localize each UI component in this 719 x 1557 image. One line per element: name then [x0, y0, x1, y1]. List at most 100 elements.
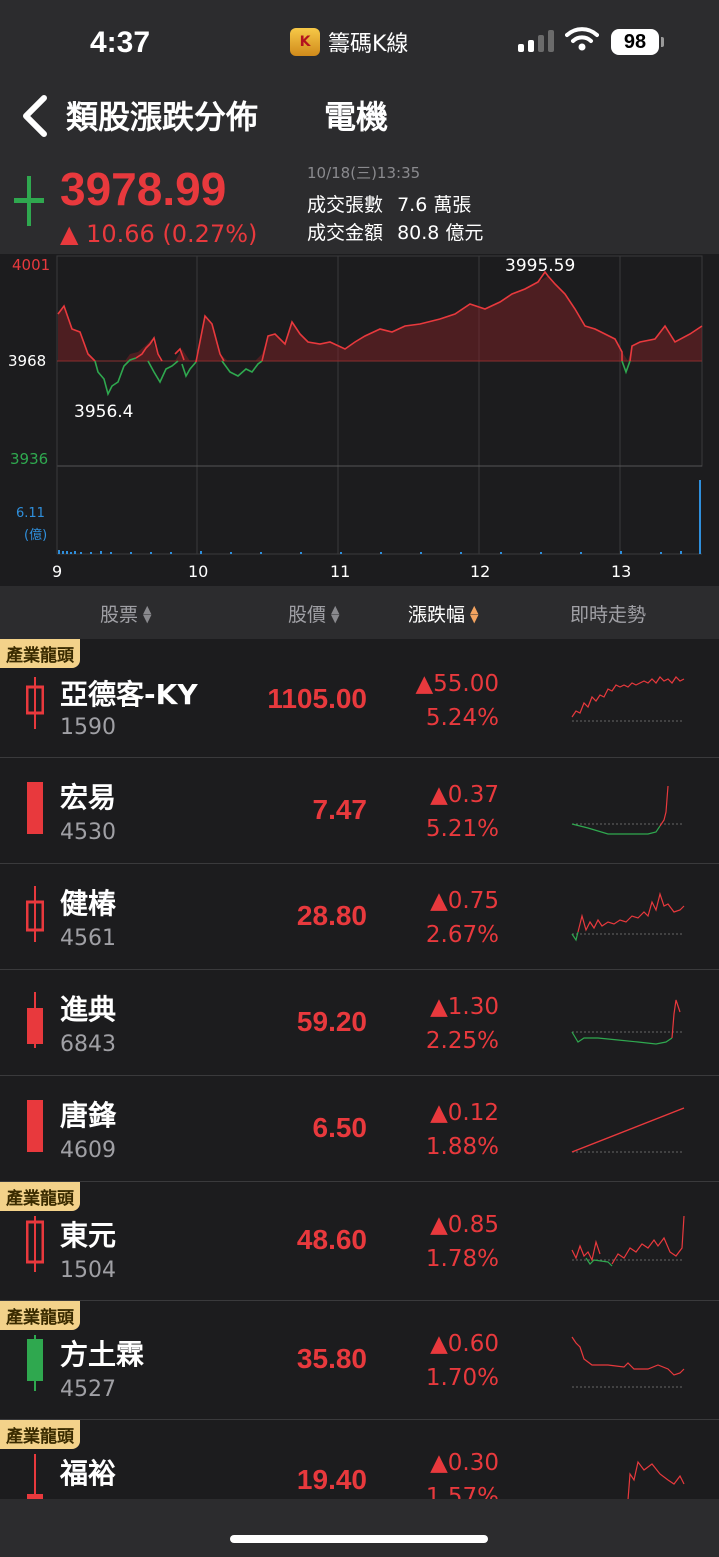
- stock-percent: 5.21%: [425, 816, 499, 842]
- home-indicator[interactable]: [230, 1535, 488, 1543]
- candle-red-icon: [26, 886, 44, 942]
- y-label-high: 4001: [12, 256, 51, 274]
- table-row[interactable]: 宏易 4530 7.47 ▲0.37 5.21%: [0, 758, 719, 864]
- amount-label: 成交金額: [307, 222, 384, 244]
- peak-label: 3995.59: [505, 256, 576, 276]
- stock-code: 4609: [60, 1138, 116, 1163]
- trend-header-label: 即時走勢: [570, 604, 647, 626]
- sparkline: [571, 1107, 685, 1153]
- app-indicator: K 籌碼K線: [290, 26, 408, 58]
- stock-percent: 2.67%: [425, 922, 499, 948]
- candle-plus-icon: [14, 176, 44, 226]
- stock-change: ▲0.37: [430, 782, 499, 808]
- sparkline: [627, 1460, 685, 1499]
- intraday-chart[interactable]: 4001 3968 3936 3995.59 3956.4 6.11 (億) 9…: [0, 254, 719, 586]
- stock-percent: 2.25%: [425, 1028, 499, 1054]
- stock-change: ▲55.00: [415, 671, 499, 697]
- app-name: 籌碼K線: [328, 32, 409, 57]
- index-quote: 3978.99 ▲ 10.66 (0.27%) 10/18(三)13:35 成交…: [0, 150, 719, 254]
- stock-name: 福裕: [60, 1457, 117, 1490]
- candle-red-icon: [27, 992, 43, 1048]
- table-row[interactable]: 產業龍頭 亞德客-KY 1590 1105.00 ▲55.00 5.24%: [0, 639, 719, 758]
- volume-label: 成交張數: [307, 194, 384, 216]
- stock-percent: 1.78%: [425, 1246, 499, 1272]
- index-change: ▲ 10.66 (0.27%): [60, 220, 258, 248]
- table-row[interactable]: 產業龍頭 方土霖 4527 35.80 ▲0.60 1.70%: [0, 1301, 719, 1420]
- stock-name: 宏易: [60, 781, 117, 814]
- industry-leader-badge: 產業龍頭: [0, 1420, 80, 1449]
- stock-change: ▲0.85: [430, 1212, 499, 1238]
- table-row[interactable]: 健椿 4561 28.80 ▲0.75 2.67%: [0, 864, 719, 970]
- sector-name: 電機: [324, 98, 389, 136]
- sparkline: [571, 1215, 685, 1267]
- trough-label: 3956.4: [74, 402, 134, 422]
- volume-bars: [58, 480, 701, 554]
- sort-stock[interactable]: 股票 ▲ ▼: [100, 600, 151, 627]
- industry-leader-badge: 產業龍頭: [0, 1182, 80, 1211]
- change-header-label: 漲跌幅: [408, 604, 466, 626]
- x-tick-10: 10: [188, 562, 209, 581]
- candle-red-icon: [27, 782, 43, 834]
- stock-percent: 1.88%: [425, 1134, 499, 1160]
- table-row[interactable]: 唐鋒 4609 6.50 ▲0.12 1.88%: [0, 1076, 719, 1182]
- table-row[interactable]: 產業龍頭 東元 1504 48.60 ▲0.85 1.78%: [0, 1182, 719, 1301]
- y-label-mid: 3968: [8, 352, 47, 370]
- stock-percent: 5.24%: [425, 705, 499, 731]
- volume-value: 7.6 萬張: [397, 194, 472, 216]
- price-header-label: 股價: [288, 604, 327, 626]
- stock-name: 亞德客-KY: [60, 678, 198, 711]
- stock-price: 48.60: [296, 1224, 367, 1255]
- candle-red-icon: [27, 1100, 43, 1152]
- sort-change[interactable]: 漲跌幅 ▲ ▼: [408, 600, 478, 627]
- candle-red-icon: [26, 1216, 44, 1272]
- x-tick-11: 11: [330, 562, 351, 581]
- stock-name: 健椿: [60, 887, 117, 920]
- sparkline: [571, 785, 684, 835]
- volume-max-label: 6.11: [16, 506, 45, 521]
- clock: 4:37: [90, 26, 151, 59]
- sparkline: [571, 999, 684, 1045]
- battery-icon: 98: [611, 29, 659, 55]
- stock-change: ▲0.75: [430, 888, 499, 914]
- stock-price: 28.80: [296, 900, 367, 931]
- back-chevron-icon[interactable]: [20, 94, 50, 138]
- sparkline: [571, 891, 685, 942]
- stock-change: ▲0.60: [430, 1331, 499, 1357]
- industry-leader-badge: 產業龍頭: [0, 639, 80, 668]
- stock-change: ▲0.30: [430, 1450, 499, 1476]
- y-label-low: 3936: [10, 450, 49, 468]
- wifi-icon: [565, 27, 599, 51]
- table-row[interactable]: 產業龍頭 福裕 19.40 ▲0.30 1.57%: [0, 1420, 719, 1499]
- stock-price: 59.20: [296, 1006, 367, 1037]
- stock-percent: 1.57%: [425, 1484, 499, 1499]
- candle-red-icon: [27, 1454, 43, 1499]
- cellular-signal-icon: [518, 30, 554, 52]
- stock-name: 東元: [60, 1219, 117, 1252]
- stock-code: 1504: [60, 1258, 116, 1283]
- x-tick-13: 13: [611, 562, 632, 581]
- amount-row: 成交金額 80.8 億元: [307, 218, 483, 245]
- home-indicator-area: [0, 1499, 719, 1557]
- stock-code: 6843: [60, 1032, 116, 1057]
- stock-change: ▲1.30: [430, 994, 499, 1020]
- index-price: 3978.99: [60, 163, 227, 215]
- app-logo-icon: K: [290, 28, 320, 56]
- stock-name: 唐鋒: [60, 1099, 117, 1132]
- volume-row: 成交張數 7.6 萬張: [307, 190, 471, 217]
- sparkline: [571, 676, 685, 722]
- stock-price: 7.47: [312, 794, 368, 825]
- sort-price[interactable]: 股價 ▲ ▼: [288, 600, 339, 627]
- stock-percent: 1.70%: [425, 1365, 499, 1391]
- stock-price: 1105.00: [267, 683, 367, 714]
- stock-code: 4527: [60, 1377, 116, 1402]
- table-row[interactable]: 進典 6843 59.20 ▲1.30 2.25%: [0, 970, 719, 1076]
- stock-code: 4530: [60, 820, 116, 845]
- stock-name: 方土霖: [60, 1338, 145, 1371]
- stock-price: 6.50: [312, 1112, 368, 1143]
- candle-red-icon: [26, 677, 44, 729]
- stock-list[interactable]: 產業龍頭 亞德客-KY 1590 1105.00 ▲55.00 5.24% 宏易…: [0, 639, 719, 1499]
- amount-value: 80.8 億元: [397, 222, 484, 244]
- trend-header: 即時走勢: [570, 600, 646, 627]
- sort-active-icon: ▲ ▼: [470, 602, 479, 625]
- stock-header-label: 股票: [100, 604, 139, 626]
